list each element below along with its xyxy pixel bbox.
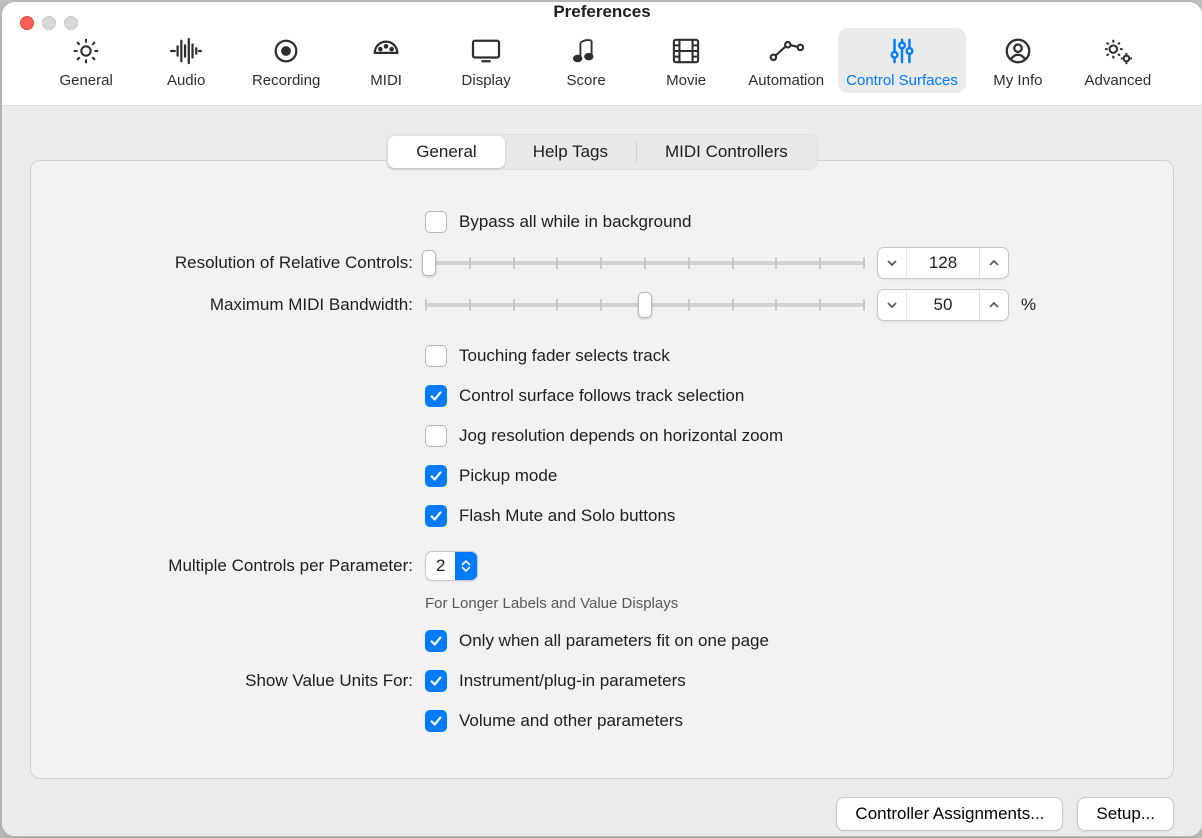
units-instrument-checkbox[interactable] xyxy=(425,670,447,692)
units-volume-label: Volume and other parameters xyxy=(459,711,683,731)
toolbar-tab-label: Movie xyxy=(666,72,706,89)
window-controls xyxy=(20,16,78,30)
gears-icon xyxy=(1100,36,1136,66)
bottom-actions: Controller Assignments... Setup... xyxy=(30,797,1174,831)
max-midi-bandwidth-slider[interactable] xyxy=(425,292,865,318)
film-icon xyxy=(668,36,704,66)
subtab-segmented-control: General Help Tags MIDI Controllers xyxy=(386,134,818,170)
max-midi-bandwidth-unit: % xyxy=(1021,295,1036,315)
toolbar-tab-my-info[interactable]: My Info xyxy=(970,28,1066,93)
only-when-fit-label: Only when all parameters fit on one page xyxy=(459,631,769,651)
subtab-midi-controllers[interactable]: MIDI Controllers xyxy=(637,136,816,168)
toolbar-tab-advanced[interactable]: Advanced xyxy=(1070,28,1166,93)
resolution-relative-value: 128 xyxy=(906,248,980,278)
bypass-background-checkbox[interactable] xyxy=(425,211,447,233)
toolbar-tab-label: Display xyxy=(462,72,511,89)
popup-arrows-icon xyxy=(455,552,477,580)
toolbar-tab-label: Control Surfaces xyxy=(846,72,958,89)
flash-mute-solo-checkbox[interactable] xyxy=(425,505,447,527)
preferences-toolbar: General Audio xyxy=(2,22,1202,106)
gear-icon xyxy=(68,36,104,66)
jog-resolution-checkbox[interactable] xyxy=(425,425,447,447)
zoom-button[interactable] xyxy=(64,16,78,30)
multi-per-param-label: Multiple Controls per Parameter: xyxy=(63,556,425,576)
toolbar-tab-label: Audio xyxy=(167,72,205,89)
toolbar-tab-label: General xyxy=(59,72,112,89)
units-instrument-label: Instrument/plug-in parameters xyxy=(459,671,686,691)
controller-assignments-button[interactable]: Controller Assignments... xyxy=(836,797,1063,831)
follow-track-checkbox[interactable] xyxy=(425,385,447,407)
toolbar-tab-score[interactable]: Score xyxy=(538,28,634,93)
max-midi-bandwidth-stepper[interactable]: 50 xyxy=(877,289,1009,321)
stepper-increment-icon[interactable] xyxy=(980,248,1008,278)
person-circle-icon xyxy=(1000,36,1036,66)
subtab-help-tags[interactable]: Help Tags xyxy=(505,136,636,168)
music-notes-icon xyxy=(568,36,604,66)
toolbar-tab-midi[interactable]: MIDI xyxy=(338,28,434,93)
touch-fader-checkbox[interactable] xyxy=(425,345,447,367)
minimize-button[interactable] xyxy=(42,16,56,30)
units-volume-checkbox[interactable] xyxy=(425,710,447,732)
toolbar-tab-recording[interactable]: Recording xyxy=(238,28,334,93)
toolbar-tab-control-surfaces[interactable]: Control Surfaces xyxy=(838,28,966,93)
touch-fader-label: Touching fader selects track xyxy=(459,346,670,366)
show-value-units-label: Show Value Units For: xyxy=(63,671,425,691)
sliders-icon xyxy=(884,36,920,66)
resolution-relative-label: Resolution of Relative Controls: xyxy=(63,253,425,273)
toolbar-tab-label: Score xyxy=(567,72,606,89)
resolution-relative-slider[interactable] xyxy=(425,250,865,276)
jog-resolution-label: Jog resolution depends on horizontal zoo… xyxy=(459,426,783,446)
toolbar-tab-automation[interactable]: Automation xyxy=(738,28,834,93)
record-icon xyxy=(268,36,304,66)
multi-per-param-value: 2 xyxy=(426,556,455,576)
toolbar-tab-display[interactable]: Display xyxy=(438,28,534,93)
automation-icon xyxy=(768,36,804,66)
max-midi-bandwidth-label: Maximum MIDI Bandwidth: xyxy=(63,295,425,315)
stepper-decrement-icon[interactable] xyxy=(878,290,906,320)
settings-panel: Bypass all while in background Resolutio… xyxy=(30,160,1174,779)
multi-per-param-hint: For Longer Labels and Value Displays xyxy=(425,595,678,612)
window-title: Preferences xyxy=(553,2,650,22)
setup-button[interactable]: Setup... xyxy=(1077,797,1174,831)
toolbar-tab-label: Advanced xyxy=(1085,72,1152,89)
only-when-fit-checkbox[interactable] xyxy=(425,630,447,652)
toolbar-tab-general[interactable]: General xyxy=(38,28,134,93)
titlebar: Preferences xyxy=(2,2,1202,22)
resolution-relative-stepper[interactable]: 128 xyxy=(877,247,1009,279)
close-button[interactable] xyxy=(20,16,34,30)
preferences-window: Preferences General xyxy=(1,1,1202,837)
toolbar-tab-label: My Info xyxy=(993,72,1042,89)
follow-track-label: Control surface follows track selection xyxy=(459,386,744,406)
display-icon xyxy=(468,36,504,66)
bypass-background-label: Bypass all while in background xyxy=(459,212,691,232)
toolbar-tab-label: Recording xyxy=(252,72,320,89)
pickup-mode-label: Pickup mode xyxy=(459,466,557,486)
toolbar-tab-movie[interactable]: Movie xyxy=(638,28,734,93)
flash-mute-solo-label: Flash Mute and Solo buttons xyxy=(459,506,675,526)
toolbar-tab-audio[interactable]: Audio xyxy=(138,28,234,93)
toolbar-tab-label: MIDI xyxy=(370,72,402,89)
stepper-decrement-icon[interactable] xyxy=(878,248,906,278)
stepper-increment-icon[interactable] xyxy=(980,290,1008,320)
subtab-general[interactable]: General xyxy=(388,136,504,168)
toolbar-tab-label: Automation xyxy=(748,72,824,89)
waveform-icon xyxy=(168,36,204,66)
max-midi-bandwidth-value: 50 xyxy=(906,290,980,320)
midi-port-icon xyxy=(368,36,404,66)
multi-per-param-popup[interactable]: 2 xyxy=(425,551,478,581)
pickup-mode-checkbox[interactable] xyxy=(425,465,447,487)
